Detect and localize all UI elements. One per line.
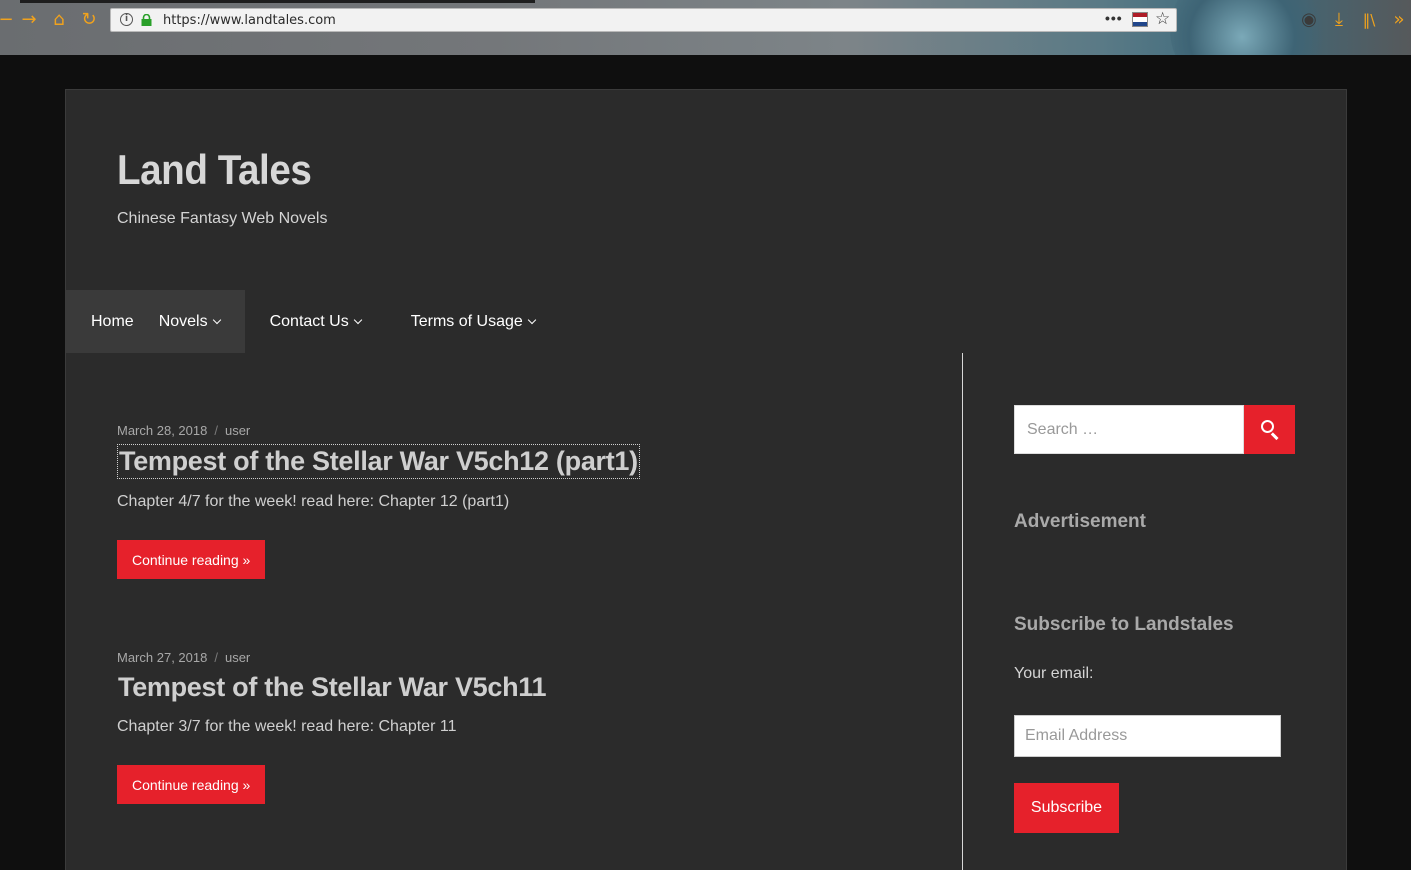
page-container: Land Tales Chinese Fantasy Web Novels Ho… (65, 89, 1347, 870)
url-text[interactable]: https://www.landtales.com (163, 13, 336, 28)
forward-icon[interactable]: → (17, 8, 41, 32)
nav-item-contact-us[interactable]: Contact Us (245, 290, 386, 353)
reload-icon[interactable]: ↻ (77, 8, 101, 32)
nav-item-label: Novels (158, 312, 208, 330)
lock-icon (141, 14, 152, 26)
search-form: Search … (1014, 405, 1295, 454)
site-description: Chinese Fantasy Web Novels (117, 210, 328, 227)
nav-item-terms-of-usage[interactable]: Terms of Usage (386, 290, 560, 353)
chevron-down-icon (212, 315, 221, 324)
overflow-menu-icon[interactable]: » (1387, 8, 1411, 32)
extension-icon[interactable]: ◉ (1297, 8, 1321, 32)
back-icon[interactable]: − (0, 8, 18, 32)
email-label: Your email: (1014, 665, 1094, 682)
chevron-down-icon (527, 315, 537, 324)
post-date[interactable]: March 27, 2018 (117, 650, 207, 665)
nav-item-label: Home (91, 312, 134, 330)
tab-strip-edge (20, 0, 535, 3)
site-info-icon[interactable]: i (120, 13, 133, 26)
post-item: March 28, 2018 / user Tempest of the Stell… (117, 423, 640, 579)
search-icon-handle (1271, 432, 1279, 440)
search-input[interactable]: Search … (1014, 405, 1244, 454)
post-title[interactable]: Tempest of the Stellar War V5ch12 (part1… (117, 444, 640, 479)
nav-item-home[interactable]: Home (66, 290, 159, 353)
nav-item-label: Terms of Usage (410, 312, 523, 330)
post-excerpt: Chapter 3/7 for the week! read here: Cha… (117, 718, 457, 735)
continue-reading-button[interactable]: Continue reading » (117, 540, 266, 579)
post-item: March 27, 2018 / user Tempest of the Stell… (117, 650, 547, 804)
meta-separator: / (214, 423, 218, 438)
chevron-down-icon (353, 315, 362, 324)
post-title[interactable]: Tempest of the Stellar War V5ch11 (117, 671, 547, 704)
page-actions-icon[interactable]: ••• (1105, 10, 1123, 26)
site-title[interactable]: Land Tales (117, 146, 312, 194)
main-navigation: Home Novels Contact Us Terms of Usage (66, 290, 560, 353)
netherlands-flag-icon[interactable] (1132, 12, 1148, 27)
subscribe-button[interactable]: Subscribe (1014, 783, 1119, 833)
download-icon[interactable]: ⤓ (1327, 8, 1351, 32)
nav-item-novels[interactable]: Novels (158, 290, 245, 353)
advertisement-heading: Advertisement (1014, 511, 1146, 532)
post-meta: March 28, 2018 / user (117, 423, 640, 438)
meta-separator: / (214, 650, 218, 665)
continue-reading-button[interactable]: Continue reading » (117, 765, 266, 804)
home-icon[interactable]: ⌂ (47, 8, 71, 32)
library-icon[interactable]: ‖\ (1357, 8, 1381, 32)
post-author[interactable]: user (225, 650, 250, 665)
post-excerpt: Chapter 4/7 for the week! read here: Cha… (117, 493, 510, 510)
post-author[interactable]: user (225, 423, 250, 438)
content-sidebar-divider (962, 353, 963, 870)
address-bar[interactable]: i https://www.landtales.com ••• ☆ (110, 8, 1177, 32)
nav-item-label: Contact Us (269, 312, 349, 330)
subscribe-heading: Subscribe to Landstales (1014, 614, 1234, 635)
post-meta: March 27, 2018 / user (117, 650, 547, 665)
bookmark-star-icon[interactable]: ☆ (1155, 9, 1170, 29)
email-field[interactable]: Email Address (1014, 715, 1281, 757)
browser-toolbar: − → ⌂ ↻ i https://www.landtales.com ••• … (0, 0, 1411, 55)
search-button[interactable] (1244, 405, 1295, 454)
post-date[interactable]: March 28, 2018 (117, 423, 207, 438)
search-icon (1261, 420, 1274, 433)
